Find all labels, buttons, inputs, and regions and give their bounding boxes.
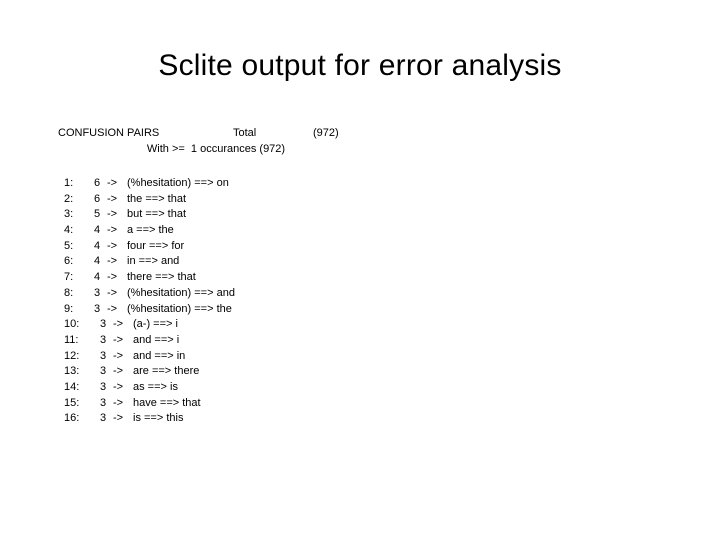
pair-index: 2: — [64, 192, 74, 205]
confusion-pair-row: 7: 4 -> there ==> that — [58, 270, 498, 286]
confusion-pair-row: 3: 5 -> but ==> that — [58, 207, 498, 223]
pair-index: 5: — [64, 239, 74, 252]
confusion-pair-row: 10: 3 -> (a-) ==> i — [58, 317, 498, 333]
pair-index: 8: — [64, 286, 74, 299]
occurrence-threshold-line: With >= 1 occurances (972) — [146, 143, 286, 155]
confusion-pairs-list: 1: 6 -> (%hesitation) ==> on 2: 6 -> the… — [58, 176, 498, 427]
confusion-pair-row: 4: 4 -> a ==> the — [58, 223, 498, 239]
sclite-report: CONFUSION PAIRS Total (972) With >= 1 oc… — [58, 126, 498, 427]
pair-mapping: and ==> i — [133, 333, 180, 346]
pair-arrow: -> — [107, 177, 118, 189]
pair-arrow: -> — [113, 365, 124, 378]
pair-mapping: have ==> that — [133, 396, 201, 409]
pair-count: 4 — [94, 271, 101, 284]
pair-arrow: -> — [107, 286, 118, 299]
pair-mapping: is ==> this — [133, 412, 184, 425]
pair-mapping: (a-) ==> i — [133, 318, 178, 331]
confusion-pair-row: 12: 3 -> and ==> in — [58, 349, 498, 365]
pair-arrow: -> — [113, 380, 124, 393]
pair-count: 5 — [94, 208, 101, 221]
pair-arrow: -> — [107, 192, 118, 205]
pair-mapping: four ==> for — [127, 239, 185, 252]
pair-mapping: in ==> and — [127, 255, 180, 268]
pair-arrow: -> — [107, 208, 118, 221]
pair-arrow: -> — [113, 333, 124, 346]
pair-index: 7: — [64, 271, 74, 284]
confusion-pair-row: 11: 3 -> and ==> i — [58, 333, 498, 349]
slide-canvas: Sclite output for error analysis CONFUSI… — [0, 0, 720, 540]
pair-count: 3 — [100, 396, 107, 409]
pair-count: 3 — [94, 286, 101, 299]
pair-index: 4: — [64, 224, 74, 237]
pair-count: 3 — [100, 349, 107, 362]
pair-mapping: (%hesitation) ==> and — [127, 286, 235, 299]
pair-index: 6: — [64, 255, 74, 268]
pair-mapping: as ==> is — [133, 380, 178, 393]
pair-mapping: there ==> that — [127, 271, 196, 284]
confusion-pair-row: 9: 3 -> (%hesitation) ==> the — [58, 302, 498, 318]
pair-count: 4 — [94, 239, 101, 252]
pair-count: 3 — [100, 333, 107, 346]
confusion-pair-row: 1: 6 -> (%hesitation) ==> on — [58, 176, 498, 192]
pair-count: 4 — [94, 255, 101, 268]
pair-index: 11: — [64, 333, 79, 346]
confusion-pairs-label: CONFUSION PAIRS — [58, 127, 160, 139]
pair-index: 12: — [64, 349, 80, 362]
pair-mapping: the ==> that — [127, 192, 187, 205]
pair-mapping: a ==> the — [127, 224, 174, 237]
pair-count: 3 — [100, 380, 107, 393]
pair-index: 13: — [64, 365, 80, 378]
confusion-pair-row: 15: 3 -> have ==> that — [58, 396, 498, 412]
pair-arrow: -> — [107, 271, 118, 284]
pair-mapping: are ==> there — [133, 365, 200, 378]
pair-arrow: -> — [107, 224, 118, 237]
pair-mapping: (%hesitation) ==> on — [127, 177, 229, 189]
confusion-pair-row: 16: 3 -> is ==> this — [58, 411, 498, 427]
pair-count: 6 — [94, 192, 101, 205]
confusion-pair-row: 6: 4 -> in ==> and — [58, 254, 498, 270]
pair-index: 14: — [64, 380, 80, 393]
pair-index: 10: — [64, 318, 80, 331]
pair-index: 3: — [64, 208, 74, 221]
confusion-pair-row: 13: 3 -> are ==> there — [58, 364, 498, 380]
pair-count: 3 — [100, 318, 107, 331]
pair-arrow: -> — [113, 318, 124, 331]
pair-index: 1: — [64, 177, 74, 189]
pair-count: 3 — [100, 365, 107, 378]
total-count: (972) — [313, 127, 339, 139]
confusion-pair-row: 14: 3 -> as ==> is — [58, 380, 498, 396]
pair-mapping: (%hesitation) ==> the — [127, 302, 232, 315]
confusion-pair-row: 8: 3 -> (%hesitation) ==> and — [58, 286, 498, 302]
pair-arrow: -> — [113, 396, 124, 409]
pair-arrow: -> — [107, 255, 118, 268]
pair-count: 3 — [94, 302, 101, 315]
pair-index: 9: — [64, 302, 74, 315]
pair-mapping: and ==> in — [133, 349, 186, 362]
pair-count: 6 — [94, 177, 101, 189]
pair-count: 3 — [100, 412, 107, 425]
confusion-pair-row: 2: 6 -> the ==> that — [58, 192, 498, 208]
report-header-line-totals: CONFUSION PAIRS Total (972) — [58, 126, 348, 142]
pair-arrow: -> — [107, 302, 118, 315]
pair-arrow: -> — [107, 239, 118, 252]
page-title: Sclite output for error analysis — [158, 49, 562, 82]
pair-index: 16: — [64, 412, 80, 425]
pair-arrow: -> — [113, 349, 124, 362]
total-label: Total — [233, 127, 257, 139]
pair-mapping: but ==> that — [127, 208, 187, 221]
pair-index: 15: — [64, 396, 80, 409]
pair-count: 4 — [94, 224, 101, 237]
pair-arrow: -> — [113, 412, 124, 425]
report-header: CONFUSION PAIRS Total (972) With >= 1 oc… — [58, 126, 348, 158]
confusion-pair-row: 5: 4 -> four ==> for — [58, 239, 498, 255]
